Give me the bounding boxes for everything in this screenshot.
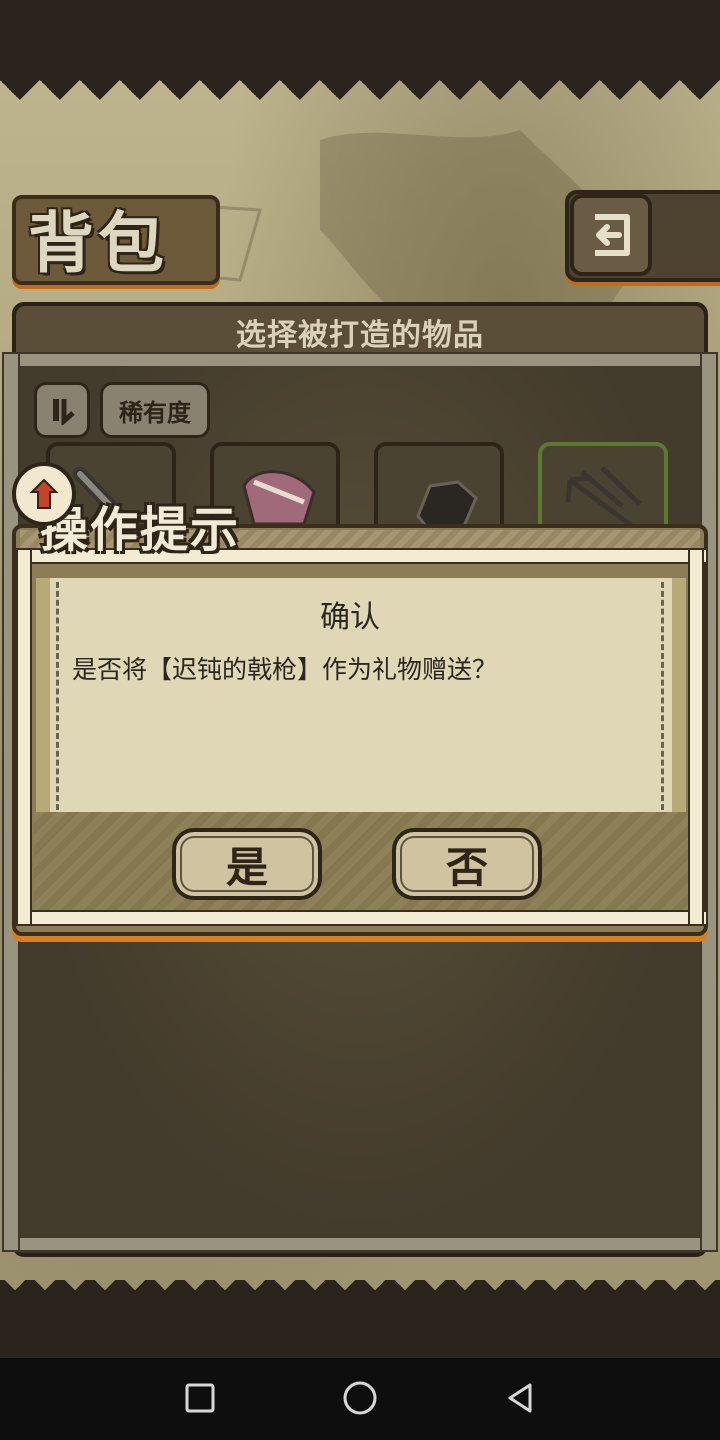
zigzag-border-bottom xyxy=(0,1280,720,1358)
zigzag-border-top xyxy=(0,80,720,120)
return-icon xyxy=(595,214,630,256)
no-button[interactable]: 否 xyxy=(392,828,542,900)
panel-header-text: 选择被打造的物品 xyxy=(236,318,484,353)
back-nav-button[interactable] xyxy=(500,1378,540,1418)
gauntlet-icon xyxy=(416,480,478,528)
tip-arrow-icon xyxy=(29,478,59,509)
home-button[interactable] xyxy=(340,1378,380,1418)
trident-icon xyxy=(565,466,642,529)
sort-icon xyxy=(53,399,75,425)
dialog-badge xyxy=(12,462,76,526)
recent-apps-button[interactable] xyxy=(180,1378,220,1418)
rarity-filter-button[interactable]: 稀有度 xyxy=(100,382,210,438)
yes-button[interactable]: 是 xyxy=(172,828,322,900)
dialog-heading: 确认 xyxy=(320,600,380,635)
dialog-button-bar xyxy=(34,812,688,910)
system-nav-bar xyxy=(0,1358,720,1440)
circle-icon xyxy=(343,1381,377,1415)
triangle-back-icon xyxy=(508,1383,532,1413)
back-button[interactable] xyxy=(570,194,652,276)
top-status-area xyxy=(0,0,720,82)
square-icon xyxy=(185,1383,215,1413)
dialog-rail-bottom xyxy=(16,910,708,926)
sort-button[interactable] xyxy=(34,382,90,438)
dialog-message: 是否将【迟钝的戟枪】作为礼物赠送？ xyxy=(72,655,498,684)
page-title: 背包 xyxy=(28,205,168,282)
